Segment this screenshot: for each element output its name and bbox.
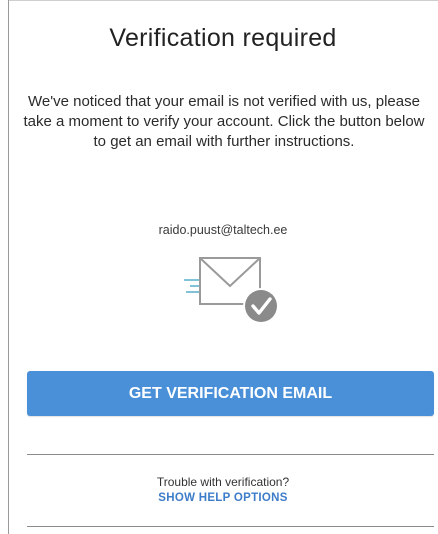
divider	[27, 454, 434, 455]
verification-panel: Verification required We've noticed that…	[0, 0, 438, 534]
verification-message: We've noticed that your email is not ver…	[23, 93, 425, 150]
page-title: Verification required	[109, 24, 337, 52]
get-verification-email-button[interactable]: GET VERIFICATION EMAIL	[27, 371, 434, 416]
panel-left-border	[8, 0, 9, 534]
help-question: Trouble with verification?	[156, 475, 290, 489]
panel-top-border	[8, 0, 438, 1]
envelope-check-icon	[180, 252, 280, 327]
user-email: raido.puust@taltech.ee	[158, 223, 288, 237]
divider	[27, 526, 434, 527]
show-help-options-link[interactable]: SHOW HELP OPTIONS	[9, 492, 437, 504]
